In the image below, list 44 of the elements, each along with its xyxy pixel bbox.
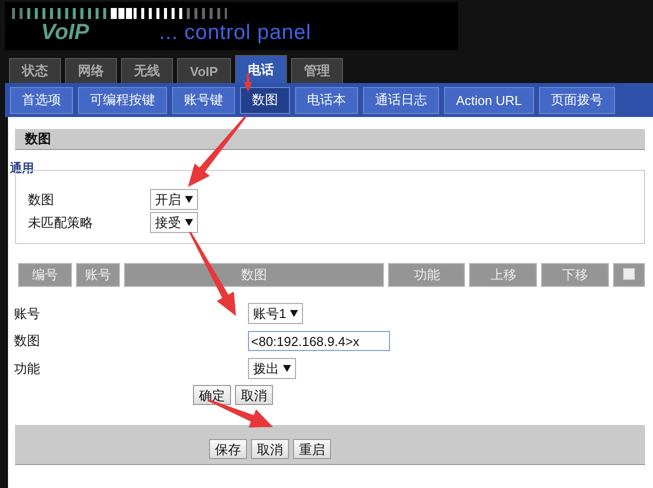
column-header: 账号 [76, 263, 120, 287]
sub-tab[interactable]: 数图 [240, 86, 290, 114]
footer-button[interactable]: 取消 [251, 438, 289, 458]
column-header: 编号 [18, 263, 72, 287]
dropdown[interactable]: 开启 [150, 189, 198, 210]
main-tab[interactable]: 无线 [121, 58, 173, 83]
field-label: 数图 [28, 190, 55, 208]
form-button[interactable]: 取消 [235, 385, 273, 405]
sub-tab[interactable]: 页面拨号 [538, 86, 615, 114]
field-label: 数图 [14, 332, 41, 350]
sub-tab[interactable]: 通话日志 [363, 86, 439, 114]
input-field[interactable]: <80:192.168.9.4>x [248, 331, 390, 351]
dropdown[interactable]: 接受 [150, 212, 198, 233]
main-tab[interactable]: VoIP [177, 58, 231, 83]
column-header: 上移 [469, 263, 538, 287]
field-label: 未匹配策略 [28, 214, 94, 232]
caret-icon [185, 196, 193, 203]
section-title: 数图 [15, 129, 645, 150]
annotation-arrow [188, 115, 247, 187]
footer-button[interactable]: 保存 [209, 438, 247, 458]
sub-tab[interactable]: 电话本 [295, 86, 358, 114]
sub-tab[interactable]: 可编程按键 [78, 86, 167, 114]
select-all-checkbox[interactable] [623, 268, 635, 280]
dropdown[interactable]: 拨出 [248, 358, 296, 379]
dropdown[interactable]: 账号1 [248, 303, 304, 324]
tagline: ... control panel [159, 21, 312, 45]
sub-tab[interactable]: Action URL [444, 86, 534, 114]
main-tab[interactable]: 管理 [290, 58, 343, 83]
footer-button[interactable]: 重启 [293, 438, 331, 458]
column-header: 功能 [388, 263, 466, 287]
caret-icon [283, 365, 291, 372]
main-tab[interactable]: 状态 [9, 58, 61, 83]
main-tab[interactable]: 电话 [234, 55, 287, 83]
main-tab[interactable]: 网络 [65, 58, 117, 83]
field-label: 功能 [14, 360, 41, 378]
sub-tab[interactable]: 首选项 [10, 86, 73, 114]
logo: VoIP [41, 19, 90, 45]
field-label: 账号 [14, 304, 41, 322]
form-button[interactable]: 确定 [193, 385, 231, 405]
column-header: 数图 [124, 263, 384, 287]
column-header: 下移 [541, 263, 609, 287]
sub-tab[interactable]: 账号键 [172, 86, 235, 114]
caret-icon [290, 310, 298, 317]
caret-icon [185, 219, 193, 226]
